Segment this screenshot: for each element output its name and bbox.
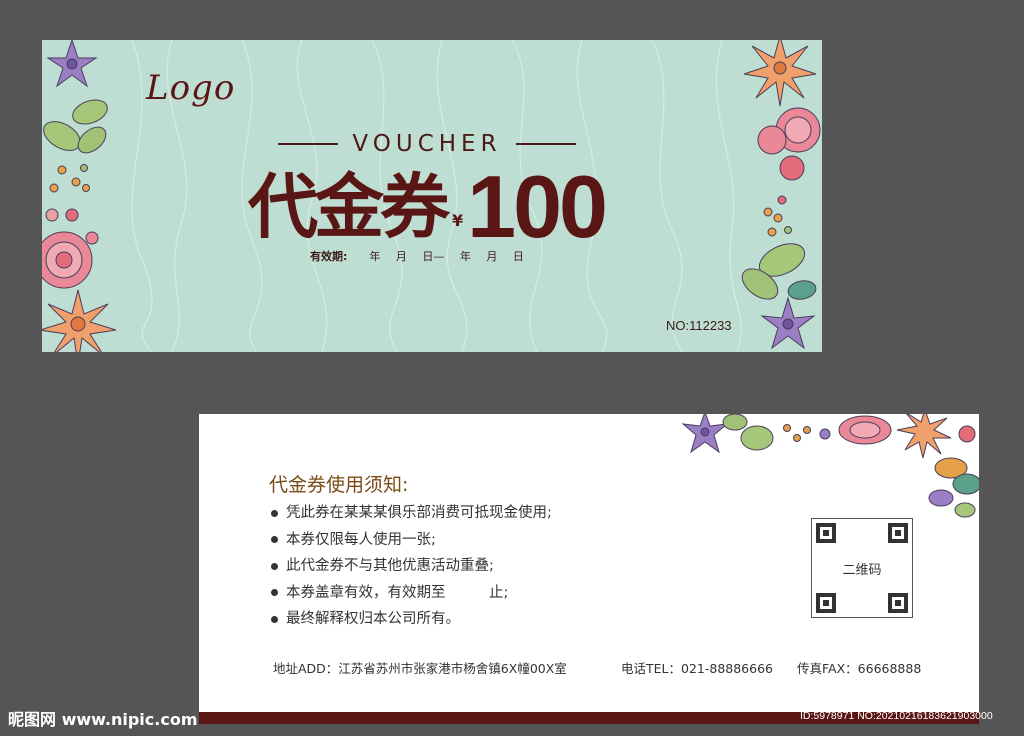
top-right-flower-decoration <box>681 414 979 518</box>
currency-symbol: ¥ <box>452 211 464 230</box>
list-item: 此代金券不与其他优惠活动重叠; <box>271 553 552 580</box>
bullet-icon <box>271 589 278 597</box>
qr-corner-icon <box>816 523 836 543</box>
watermark-site: 昵图网 www.nipic.com <box>8 710 198 729</box>
list-item: 最终解释权归本公司所有。 <box>271 606 552 633</box>
watermark-id: ID:5978971 NO:20210216183621903000 <box>800 710 993 722</box>
validity-label: 有效期: <box>310 250 348 263</box>
serial-number: NO:112233 <box>666 318 732 333</box>
voucher-title: 代金券 <box>248 166 450 248</box>
qr-label: 二维码 <box>842 563 882 578</box>
validity-dates: 年 月 日— 年 月 日 <box>369 250 524 263</box>
rules-title: 代金券使用须知: <box>269 474 409 496</box>
voucher-title-row: 代金券 ¥ 100 <box>248 157 668 256</box>
bullet-icon <box>271 536 278 544</box>
heading-line-right <box>515 143 576 145</box>
phone-text: 电话TEL：021-88886666 <box>621 661 773 676</box>
validity-row: 有效期: 年 月 日— 年 月 日 <box>310 248 524 264</box>
qr-code-placeholder: 二维码 <box>811 518 913 618</box>
list-item: 凭此券在某某某俱乐部消费可抵现金使用; <box>271 500 552 527</box>
qr-corner-icon <box>888 593 908 613</box>
rules-list: 凭此券在某某某俱乐部消费可抵现金使用; 本券仅限每人使用一张; 此代金券不与其他… <box>271 500 552 633</box>
qr-corner-icon <box>888 523 908 543</box>
voucher-amount: 100 <box>467 157 608 256</box>
voucher-heading: VOUCHER <box>270 130 584 158</box>
fax-text: 传真FAX：66668888 <box>797 661 922 676</box>
brand-logo: Logo <box>146 68 236 108</box>
heading-line-left <box>278 143 339 145</box>
list-item: 本券盖章有效，有效期至 止; <box>271 580 552 607</box>
voucher-back: 代金券使用须知: 凭此券在某某某俱乐部消费可抵现金使用; 本券仅限每人使用一张;… <box>199 414 979 712</box>
voucher-word: VOUCHER <box>352 131 502 157</box>
bullet-icon <box>271 615 278 623</box>
voucher-front: Logo VOUCHER 代金券 ¥ 100 有效期: 年 月 日— 年 月 日… <box>42 40 822 352</box>
qr-corner-icon <box>816 593 836 613</box>
list-item: 本券仅限每人使用一张; <box>271 527 552 554</box>
left-flower-decoration <box>42 40 117 352</box>
bullet-icon <box>271 509 278 517</box>
right-flower-decoration <box>741 40 821 350</box>
address-text: 地址ADD：江苏省苏州市张家港市杨舍镇6X幢00X室 <box>273 661 567 676</box>
bullet-icon <box>271 562 278 570</box>
